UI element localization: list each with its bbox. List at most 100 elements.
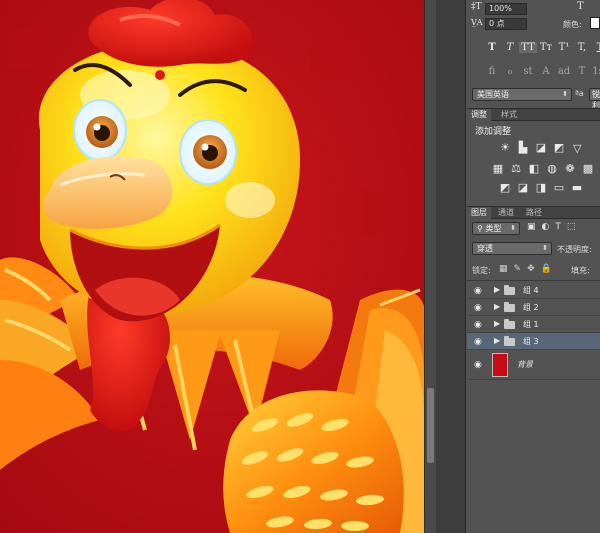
swash-button[interactable]: A — [537, 66, 555, 77]
right-panels: ‡T 100% T V̲A 0 点 颜色: T T TT Tт T¹ T, T … — [467, 0, 600, 533]
panel-dock-gap — [436, 0, 466, 533]
adjustments-title: 添加调整 — [475, 127, 512, 137]
curves-icon[interactable]: ◪ — [535, 142, 547, 154]
tab-styles[interactable]: 样式 — [497, 109, 521, 121]
lock-all-icon[interactable]: 🔒 — [541, 264, 552, 274]
layer-thumbnail — [492, 353, 508, 377]
titling-alt-button[interactable]: T — [573, 66, 591, 77]
contextual-alt-button[interactable]: ℴ — [501, 66, 519, 77]
color-balance-icon[interactable]: ⚖ — [510, 163, 522, 175]
layers-tabbar: 图层 通道 路径 — [467, 206, 600, 219]
small-caps-button[interactable]: Tт — [537, 42, 555, 53]
tab-layers[interactable]: 图层 — [467, 207, 491, 219]
vertical-scale-icon: T — [577, 1, 584, 12]
adjustments-row-2: ▦ ⚖ ◧ ◍ ❁ ▩ — [492, 163, 600, 175]
lock-position-icon[interactable]: ✥ — [527, 264, 535, 274]
layer-filter-buttons: ▣ ◐ T ⬚ — [527, 222, 575, 232]
underline-button[interactable]: T — [591, 42, 600, 53]
layer-name: 背景 — [517, 360, 533, 369]
color-label: 颜色: — [563, 20, 582, 29]
opentype-buttons: fi ℴ st A ad T 1st — [483, 66, 600, 77]
pixel-filter-icon[interactable]: ▣ — [527, 222, 536, 232]
layer-row-group-2[interactable]: ◉ ▶ 组 2 — [467, 299, 600, 316]
threshold-icon[interactable]: ◨ — [535, 182, 547, 194]
select-arrow-icon: ⬍ — [562, 90, 568, 98]
hue-saturation-icon[interactable]: ▦ — [492, 163, 504, 175]
layer-row-background[interactable]: ◉ 背景 — [467, 350, 600, 380]
shape-filter-icon[interactable]: ⬚ — [567, 222, 576, 232]
folder-icon — [504, 336, 515, 346]
layer-row-group-4[interactable]: ◉ ▶ 组 4 — [467, 282, 600, 299]
faux-bold-button[interactable]: T — [483, 42, 501, 53]
layer-row-group-1[interactable]: ◉ ▶ 组 1 — [467, 316, 600, 333]
language-select[interactable]: 美国英语 ⬍ — [472, 88, 572, 101]
discretionary-ligature-button[interactable]: st — [519, 66, 537, 77]
posterize-icon[interactable]: ◪ — [517, 182, 529, 194]
adjustments-tabbar: 调整 样式 — [467, 108, 600, 121]
text-color-swatch[interactable] — [590, 17, 600, 29]
expand-triangle-icon[interactable]: ▶ — [494, 302, 500, 311]
leading-icon: ‡T — [471, 2, 482, 12]
visibility-eye-icon[interactable]: ◉ — [474, 303, 482, 313]
adjustment-filter-icon[interactable]: ◐ — [542, 222, 550, 232]
channel-mixer-icon[interactable]: ❁ — [564, 163, 576, 175]
color-lookup-icon[interactable]: ▩ — [582, 163, 594, 175]
layer-filter-select[interactable]: ⚲ 类型 ⬍ — [472, 222, 520, 235]
adjustments-row-1: ☀ ▙ ◪ ◩ — [499, 142, 571, 154]
layer-row-group-3[interactable]: ◉ ▶ 组 3 — [467, 333, 600, 350]
subscript-button[interactable]: T, — [573, 42, 591, 53]
visibility-eye-icon[interactable]: ◉ — [474, 337, 482, 347]
select-arrow-icon: ⬍ — [510, 224, 516, 232]
select-arrow-icon: ⬍ — [542, 244, 548, 252]
layer-name: 组 1 — [523, 320, 539, 329]
superscript-button[interactable]: T¹ — [555, 42, 573, 53]
canvas-vertical-scrollbar[interactable] — [424, 0, 436, 533]
tab-adjustments[interactable]: 调整 — [467, 109, 491, 121]
layer-name: 组 3 — [523, 337, 539, 346]
exposure-icon[interactable]: ◩ — [553, 142, 565, 154]
document-canvas[interactable] — [0, 0, 424, 533]
brightness-icon[interactable]: ☀ — [499, 142, 511, 154]
tracking-icon: V̲A — [471, 18, 483, 27]
adjustments-row-3: ◩ ◪ ◨ ▭ ▬ — [499, 182, 589, 194]
vibrance-icon[interactable]: ▽ — [573, 142, 581, 155]
all-caps-button[interactable]: TT — [519, 42, 537, 53]
blend-mode-select[interactable]: 穿透 ⬍ — [472, 242, 552, 255]
leading-field[interactable]: 100% — [485, 3, 527, 15]
tab-paths[interactable]: 路径 — [522, 207, 546, 219]
layer-name: 组 4 — [523, 286, 539, 295]
visibility-eye-icon[interactable]: ◉ — [474, 360, 482, 370]
lock-label: 锁定: — [472, 266, 491, 275]
faux-italic-button[interactable]: T — [501, 42, 519, 53]
visibility-eye-icon[interactable]: ◉ — [474, 286, 482, 296]
folder-icon — [504, 302, 515, 312]
levels-icon[interactable]: ▙ — [517, 142, 529, 154]
invert-icon[interactable]: ◩ — [499, 182, 511, 194]
visibility-eye-icon[interactable]: ◉ — [474, 320, 482, 330]
opacity-label: 不透明度: — [557, 245, 592, 254]
layers-divider — [467, 280, 600, 281]
black-white-icon[interactable]: ◧ — [528, 163, 540, 175]
stylistic-alt-button[interactable]: ad — [555, 66, 573, 77]
tab-channels[interactable]: 通道 — [494, 207, 518, 219]
anti-alias-select[interactable]: 锐利 — [589, 88, 600, 110]
rooster-illustration — [0, 0, 424, 533]
lock-image-icon[interactable]: ✎ — [514, 264, 522, 274]
type-filter-icon[interactable]: T — [555, 222, 561, 232]
ligature-button[interactable]: fi — [483, 66, 501, 77]
expand-triangle-icon[interactable]: ▶ — [494, 319, 500, 328]
expand-triangle-icon[interactable]: ▶ — [494, 285, 500, 294]
layer-name: 组 2 — [523, 303, 539, 312]
photo-filter-icon[interactable]: ◍ — [546, 163, 558, 175]
fill-label: 填充: — [571, 266, 590, 275]
gradient-map-icon[interactable]: ▬ — [571, 182, 583, 194]
tracking-field[interactable]: 0 点 — [485, 18, 527, 30]
ordinals-button[interactable]: 1st — [591, 66, 600, 77]
scrollbar-thumb[interactable] — [427, 388, 434, 463]
selective-color-icon[interactable]: ▭ — [553, 182, 565, 194]
anti-alias-icon: ªa — [575, 89, 584, 98]
text-style-buttons: T T TT Tт T¹ T, T — [483, 42, 600, 53]
lock-buttons: ▦ ✎ ✥ 🔒 — [499, 264, 552, 274]
lock-transparent-icon[interactable]: ▦ — [499, 264, 508, 274]
expand-triangle-icon[interactable]: ▶ — [494, 336, 500, 345]
